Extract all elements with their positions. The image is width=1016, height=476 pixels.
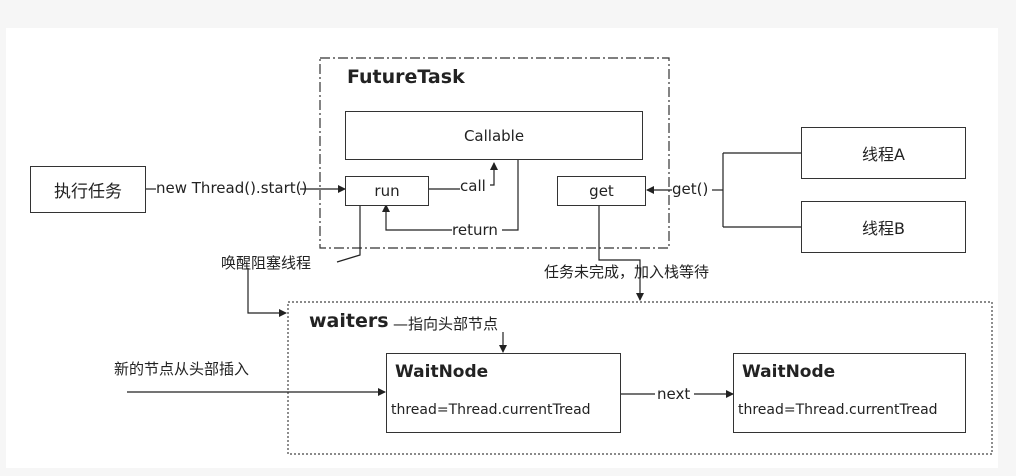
wait-node-1: WaitNode thread=Thread.currentTread — [386, 353, 621, 433]
wait-node-2-thread: thread=Thread.currentTread — [738, 402, 938, 418]
waiters-pointer-label: —指向头部节点 — [393, 315, 499, 333]
next-label: next — [657, 385, 691, 403]
wake-blocked-thread-label: 唤醒阻塞线程 — [221, 254, 312, 272]
waiters-pointer-text: 指向头部节点 — [408, 315, 499, 333]
get-box: get — [557, 176, 646, 206]
wait-node-2: WaitNode thread=Thread.currentTread — [733, 353, 966, 433]
call-label: call — [460, 177, 486, 195]
futuretask-title: FutureTask — [347, 66, 465, 88]
not-done-label: 任务未完成，加入栈等待 — [544, 263, 710, 281]
insert-head-label: 新的节点从头部插入 — [114, 360, 250, 378]
thread-b-box: 线程B — [801, 201, 966, 253]
wait-node-1-title: WaitNode — [395, 362, 489, 382]
get-call-label: get() — [672, 180, 709, 198]
wait-node-1-thread: thread=Thread.currentTread — [391, 402, 591, 418]
new-thread-label: new Thread().start() — [156, 179, 308, 197]
execute-task-box: 执行任务 — [30, 166, 146, 213]
waiters-title: waiters — [309, 310, 389, 332]
wait-node-2-title: WaitNode — [742, 362, 836, 382]
callable-box: Callable — [345, 111, 643, 160]
return-label: return — [452, 221, 498, 239]
run-box: run — [345, 176, 429, 206]
thread-a-box: 线程A — [801, 127, 966, 179]
